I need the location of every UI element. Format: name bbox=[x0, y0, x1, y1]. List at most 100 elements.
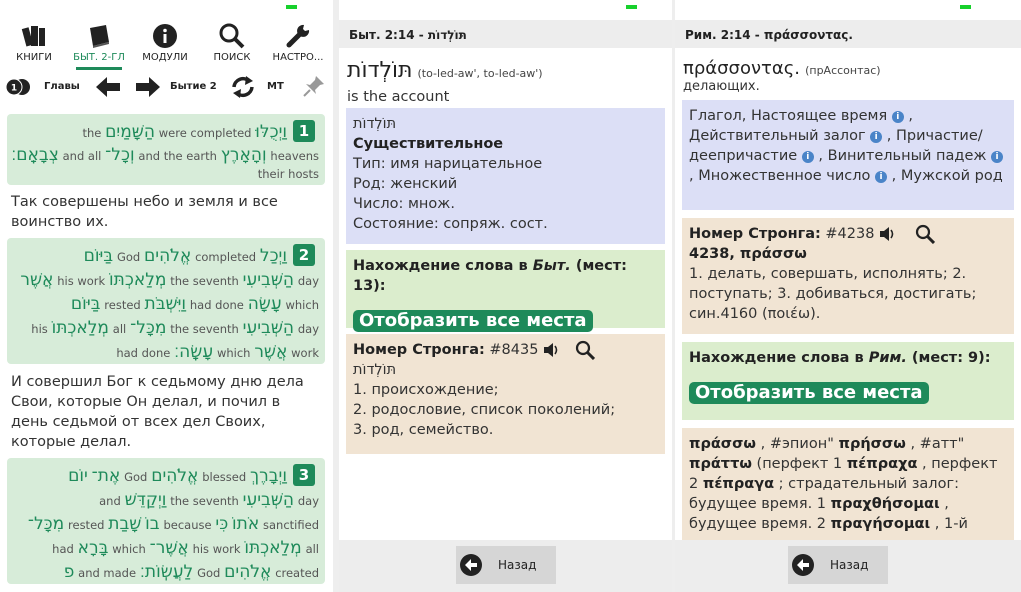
strong-definition: 1. делать, совершать, исполнять; 2. пост… bbox=[689, 266, 977, 322]
word-forms-card: πράσσω , #эпион" πρήσσω , #атт" πράττω (… bbox=[682, 428, 1014, 540]
strong-card: Номер Стронга: #8435 תּוֹלְדוֹת 1. проис… bbox=[346, 334, 665, 454]
morph-case: , Винительный падеж bbox=[813, 148, 987, 164]
back-label: Назад bbox=[830, 558, 869, 572]
strong-label: Номер Стронга: bbox=[353, 342, 485, 358]
back-button[interactable]: Назад bbox=[456, 546, 556, 584]
book-icon bbox=[90, 25, 109, 48]
prev-arrow-icon[interactable] bbox=[96, 77, 120, 97]
interlinear-line: all מְלַאכְתּוֹ his work אֲשֶׁר־ which ב… bbox=[52, 538, 319, 558]
interlinear-line: וַיְבָרֶךְ blessed אֱלֹהִים God אֶת־ יוֹ… bbox=[68, 466, 287, 486]
status-indicator bbox=[626, 5, 637, 9]
occurrences-label: Нахождение слова в Быт. (мест: 13): bbox=[353, 258, 627, 294]
interlinear-line: day הַשְּׁבִיעִי the seventh וַיְקַדֵּשׁ… bbox=[99, 490, 319, 510]
back-label: Назад bbox=[498, 558, 537, 572]
verse-3-interlinear[interactable]: 3 וַיְבָרֶךְ blessed אֱלֹהִים God אֶת־ י… bbox=[7, 458, 325, 584]
books-icon bbox=[21, 26, 45, 47]
info-icon bbox=[153, 24, 177, 48]
interlinear-line: וַיְכַל completed אֱלֹהִים God בַּיּוֹם bbox=[83, 246, 287, 266]
info-icon[interactable]: i bbox=[875, 171, 888, 183]
next-arrow-icon[interactable] bbox=[136, 77, 160, 97]
occurrences-card: Нахождение слова в Быт. (мест: 13): Отоб… bbox=[346, 250, 665, 332]
word-heading: πράσσοντας. (прАссонтас) bbox=[683, 58, 881, 79]
verse-number: 3 bbox=[293, 464, 315, 486]
info-icon[interactable]: i bbox=[991, 151, 1004, 163]
back-arrow-icon bbox=[792, 554, 814, 576]
pin-icon[interactable] bbox=[302, 74, 326, 98]
main-toolbar: КНИГИ БЫТ. 2-ГЛ МОДУЛИ ПОИСК НАСТРО... bbox=[0, 20, 333, 70]
verse-number: 1 bbox=[293, 120, 315, 142]
verse-1-translation: Так совершены небо и земля и все воинств… bbox=[11, 194, 278, 230]
transliteration: (to-led-aw', to-led-aw') bbox=[417, 67, 543, 80]
hebrew-word-screen: Быт. 2:14 - תּוֹלְדוֹת תּוֹלְדוֹת (to-le… bbox=[339, 0, 672, 592]
toolbar-search-button[interactable]: ПОИСК bbox=[201, 20, 263, 70]
interlinear-line: heavens וְהָאָרֶץ and the earth וְכָל־ a… bbox=[11, 145, 319, 165]
part-of-speech: Существительное bbox=[353, 136, 504, 152]
toolbar-modules-button[interactable]: МОДУЛИ bbox=[134, 20, 196, 70]
wrench-icon bbox=[286, 24, 310, 48]
transliteration: (прАссонтас) bbox=[805, 64, 881, 77]
toolbar-chapter-button[interactable]: БЫТ. 2-ГЛ bbox=[68, 20, 130, 70]
strong-word: תּוֹלְדוֹת bbox=[353, 362, 397, 378]
definition-line: 1. происхождение; bbox=[353, 382, 499, 398]
definition-line: 2. родословие, список поколений; bbox=[353, 402, 616, 418]
interlinear-line: their hosts bbox=[257, 167, 319, 181]
word-gloss: делающих. bbox=[683, 79, 760, 94]
interlinear-line: day הַשְּׁבִיעִי the seventh מִכָּל־ all… bbox=[31, 318, 319, 338]
morph-gender: , Мужской род bbox=[887, 168, 1003, 184]
page-title: Рим. 2:14 - πράσσοντας. bbox=[675, 20, 1021, 48]
show-all-occurrences-button[interactable]: Отобразить все места bbox=[689, 382, 929, 404]
morphology-card: תּוֹלְדוֹת Существительное Тип: имя нари… bbox=[346, 108, 665, 244]
interlinear-line: וַיְכֻלּוּ were completed הַשָּׁמַיִם th… bbox=[82, 122, 287, 142]
verse-2-interlinear[interactable]: 2 וַיְכַל completed אֱלֹהִים God בַּיּוֹ… bbox=[7, 238, 325, 364]
interlinear-line: which עָשָׂה had done וַיִּשְׁבֹּת reste… bbox=[70, 294, 319, 314]
morph-line: Число: множ. bbox=[353, 196, 455, 212]
verse-1-interlinear[interactable]: 1 וַיְכֻלּוּ were completed הַשָּׁמַיִם … bbox=[7, 114, 325, 185]
sync-icon[interactable] bbox=[230, 75, 256, 99]
morph-line: Тип: имя нарицательное bbox=[353, 156, 543, 172]
show-all-occurrences-button[interactable]: Отобразить все места bbox=[353, 310, 593, 332]
morph-line: Состояние: сопряж. сост. bbox=[353, 216, 548, 232]
interlinear-line: sanctified אֹתוֹ כִּי because בוֹ שָׁבַת… bbox=[27, 514, 319, 534]
interlinear-line: day הַשְּׁבִיעִי the seventh מְלַאכְתּוֹ… bbox=[20, 270, 319, 290]
footer-bar: Назад bbox=[339, 540, 672, 592]
toolbar-books-button[interactable]: КНИГИ bbox=[3, 20, 65, 70]
word-heading: תּוֹלְדוֹת (to-led-aw', to-led-aw') bbox=[347, 58, 543, 83]
strong-number: #8435 bbox=[489, 342, 539, 358]
interlinear-line: work אֲשֶׁר which עָשָֽׂה׃ had done bbox=[116, 342, 319, 362]
definition-line: 3. род, семейство. bbox=[353, 422, 494, 438]
status-indicator bbox=[286, 5, 297, 9]
speaker-icon[interactable] bbox=[543, 342, 561, 358]
toolbar-settings-button[interactable]: НАСТРО... bbox=[267, 20, 329, 70]
page-title: Быт. 2:14 - תּוֹלְדוֹת bbox=[339, 20, 672, 48]
status-indicator bbox=[960, 5, 971, 9]
strong-label: Номер Стронга: bbox=[689, 226, 821, 242]
info-icon[interactable]: i bbox=[801, 151, 814, 163]
strong-number: #4238 bbox=[825, 226, 875, 242]
back-button[interactable]: Назад bbox=[788, 546, 888, 584]
search-icon[interactable] bbox=[915, 224, 935, 244]
info-icon[interactable]: i bbox=[891, 111, 904, 123]
morphology-card: Глагол, Настоящее время i , Действительн… bbox=[682, 100, 1014, 210]
greek-word-screen: Рим. 2:14 - πράσσοντας. πράσσοντας. (прА… bbox=[675, 0, 1021, 592]
footer-bar: Назад bbox=[675, 540, 1021, 592]
module-circles-icon[interactable]: 1 bbox=[5, 78, 31, 96]
search-icon[interactable] bbox=[575, 340, 595, 360]
morph-line: Род: женский bbox=[353, 176, 458, 192]
verse-number: 2 bbox=[293, 244, 315, 266]
speaker-icon[interactable] bbox=[879, 226, 897, 242]
morph-word: תּוֹלְדוֹת bbox=[353, 116, 397, 132]
word-gloss: is the account bbox=[347, 89, 450, 105]
info-icon[interactable]: i bbox=[870, 131, 883, 143]
word: תּוֹלְדוֹת bbox=[347, 58, 413, 83]
strong-title: 4238, πράσσω bbox=[689, 246, 807, 262]
occurrences-label: Нахождение слова в Рим. (мест: 9): bbox=[689, 350, 991, 366]
current-chapter-label: Бытие 2 bbox=[170, 81, 217, 92]
chapters-link[interactable]: Главы bbox=[44, 81, 80, 92]
strong-card: Номер Стронга: #4238 4238, πράσσω 1. дел… bbox=[682, 218, 1014, 334]
word: πράσσοντας. bbox=[683, 58, 800, 79]
morph-number: , Множественное число bbox=[689, 168, 871, 184]
verse-2-translation: И совершил Бог к седьмому дню дела Свои,… bbox=[11, 374, 304, 450]
text-source-label[interactable]: MT bbox=[267, 81, 284, 92]
occurrences-card: Нахождение слова в Рим. (мест: 9): Отобр… bbox=[682, 342, 1014, 420]
svg-text:1: 1 bbox=[11, 84, 17, 94]
